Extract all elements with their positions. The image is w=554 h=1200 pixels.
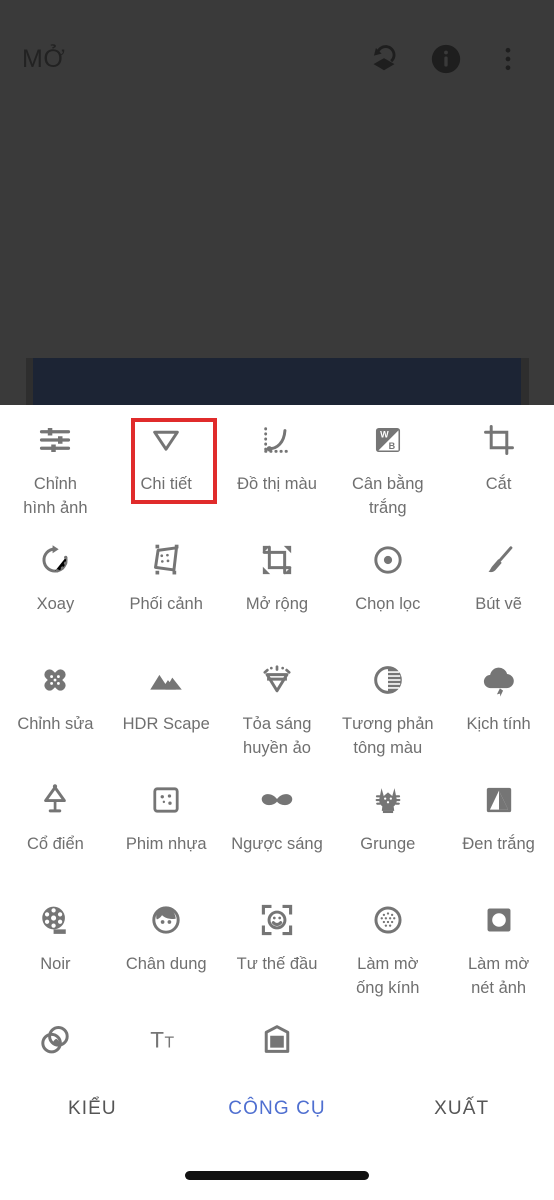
tool-item-selective[interactable]: Chọn lọc bbox=[332, 525, 443, 645]
tools-bottom-sheet: Chỉnh hình ảnh Chi tiết Đồ thị màu W B C… bbox=[0, 405, 554, 1200]
tool-label: Chọn lọc bbox=[355, 595, 421, 613]
black-white-icon bbox=[476, 777, 522, 823]
tab-export[interactable]: XUẤT bbox=[369, 1098, 554, 1120]
tab-tools[interactable]: CÔNG CỤ bbox=[185, 1098, 370, 1120]
tool-label: Kịch tính bbox=[466, 715, 531, 733]
healing-icon bbox=[32, 657, 78, 703]
tool-item-healing[interactable]: Chỉnh sửa bbox=[0, 645, 111, 765]
head-pose-icon bbox=[254, 897, 300, 943]
overflow-menu-icon bbox=[505, 47, 511, 71]
tool-label: Ngược sáng bbox=[231, 835, 323, 853]
tool-item-black-white[interactable]: Đen trắng bbox=[443, 765, 554, 885]
tool-label: Phối cảnh bbox=[129, 595, 203, 613]
svg-text:T: T bbox=[150, 1028, 164, 1053]
tool-item-glamour-glow[interactable]: Tỏa sáng huyền ảo bbox=[222, 645, 333, 765]
overflow-menu-button[interactable] bbox=[480, 31, 536, 87]
glamour-glow-icon bbox=[254, 657, 300, 703]
tool-grid: Chỉnh hình ảnh Chi tiết Đồ thị màu W B C… bbox=[0, 405, 554, 1095]
tool-item-expand[interactable]: Mở rộng bbox=[222, 525, 333, 645]
tool-item-grainy-film[interactable]: Phim nhựa bbox=[111, 765, 222, 885]
tool-item-tonal-contrast[interactable]: Tương phản tông màu bbox=[332, 645, 443, 765]
tool-label: Đồ thị màu bbox=[237, 475, 317, 493]
white-balance-icon: W B bbox=[365, 417, 411, 463]
tool-item-drama[interactable]: Kịch tính bbox=[443, 645, 554, 765]
tool-item-head-pose[interactable]: Tư thế đầu bbox=[222, 885, 333, 1005]
info-icon bbox=[431, 44, 461, 74]
perspective-icon bbox=[143, 537, 189, 583]
mountains-icon bbox=[143, 657, 189, 703]
tool-label: Xoay bbox=[36, 595, 75, 613]
text-icon: T T bbox=[143, 1017, 189, 1063]
tool-item-tune[interactable]: Chỉnh hình ảnh bbox=[0, 405, 111, 525]
undo-layers-button[interactable] bbox=[356, 31, 412, 87]
tool-label: Cổ điển bbox=[26, 835, 84, 853]
tool-label: Làm mờ nét ảnh bbox=[467, 955, 530, 997]
tool-label: Đen trắng bbox=[462, 835, 535, 853]
film-reel-icon bbox=[32, 897, 78, 943]
brush-icon bbox=[476, 537, 522, 583]
tool-item-white-balance[interactable]: W B Cân bằng trắng bbox=[332, 405, 443, 525]
tool-label: Mở rộng bbox=[245, 595, 309, 613]
tool-item-hdr-scape[interactable]: HDR Scape bbox=[111, 645, 222, 765]
expand-icon bbox=[254, 537, 300, 583]
tool-label: Tương phản tông màu bbox=[341, 715, 434, 757]
tool-label: Cân bằng trắng bbox=[352, 475, 424, 517]
tool-item-portrait[interactable]: Chân dung bbox=[111, 885, 222, 1005]
tool-label: HDR Scape bbox=[122, 715, 210, 733]
info-button[interactable] bbox=[418, 31, 474, 87]
portrait-face-icon bbox=[143, 897, 189, 943]
double-exposure-icon bbox=[32, 1017, 78, 1063]
bottom-tab-bar: KIỂU CÔNG CỤ XUẤT bbox=[0, 1060, 554, 1158]
lens-blur-icon bbox=[365, 897, 411, 943]
tool-label: Noir bbox=[40, 955, 71, 973]
tool-label: Chỉnh hình ảnh bbox=[23, 475, 88, 517]
tool-item-lens-blur[interactable]: Làm mờ ống kính bbox=[332, 885, 443, 1005]
home-indicator[interactable] bbox=[185, 1170, 369, 1180]
tune-icon bbox=[32, 417, 78, 463]
tool-item-perspective[interactable]: Phối cảnh bbox=[111, 525, 222, 645]
tool-label: Chân dung bbox=[125, 955, 207, 973]
tonal-contrast-icon bbox=[365, 657, 411, 703]
tool-label: Làm mờ ống kính bbox=[356, 955, 420, 997]
tool-item-crop[interactable]: Cắt bbox=[443, 405, 554, 525]
undo-layers-icon bbox=[373, 45, 396, 71]
tool-label: Phim nhựa bbox=[125, 835, 207, 853]
tool-item-retrolux[interactable]: Ngược sáng bbox=[222, 765, 333, 885]
tool-label: Bút vẽ bbox=[475, 595, 522, 613]
page-title: MỞ bbox=[22, 44, 66, 73]
vignette-icon bbox=[476, 897, 522, 943]
svg-text:T: T bbox=[165, 1035, 175, 1052]
rotate-icon bbox=[32, 537, 78, 583]
svg-text:W: W bbox=[380, 430, 389, 440]
retrolux-moustache-icon bbox=[254, 777, 300, 823]
selective-icon bbox=[365, 537, 411, 583]
grainy-film-icon bbox=[143, 777, 189, 823]
curves-icon bbox=[254, 417, 300, 463]
tool-label: Grunge bbox=[360, 835, 416, 853]
drama-cloud-icon bbox=[476, 657, 522, 703]
tool-label: Chỉnh sửa bbox=[17, 715, 94, 733]
tool-item-grunge[interactable]: Grunge bbox=[332, 765, 443, 885]
frames-icon bbox=[254, 1017, 300, 1063]
tool-label: Chi tiết bbox=[140, 475, 192, 493]
grunge-icon bbox=[365, 777, 411, 823]
triangle-down-icon bbox=[143, 417, 189, 463]
tool-item-details[interactable]: Chi tiết bbox=[111, 405, 222, 525]
tool-item-curves[interactable]: Đồ thị màu bbox=[222, 405, 333, 525]
photo-editor-screen: MỞ Chỉnh hình ảnh Chi tiết Đồ thị màu W … bbox=[0, 0, 554, 1200]
tab-looks[interactable]: KIỂU bbox=[0, 1098, 185, 1120]
system-navigation-area bbox=[0, 1158, 554, 1200]
tool-label: Tỏa sáng huyền ảo bbox=[242, 715, 312, 757]
tool-item-vintage[interactable]: Cổ điển bbox=[0, 765, 111, 885]
tool-item-noir[interactable]: Noir bbox=[0, 885, 111, 1005]
tool-item-rotate[interactable]: Xoay bbox=[0, 525, 111, 645]
tool-item-vignette[interactable]: Làm mờ nét ảnh bbox=[443, 885, 554, 1005]
tool-label: Cắt bbox=[485, 475, 512, 493]
vintage-lamp-icon bbox=[32, 777, 78, 823]
crop-icon bbox=[476, 417, 522, 463]
tool-item-brush[interactable]: Bút vẽ bbox=[443, 525, 554, 645]
tool-label: Tư thế đầu bbox=[236, 955, 318, 973]
svg-text:B: B bbox=[388, 441, 395, 451]
top-app-bar: MỞ bbox=[0, 0, 554, 118]
